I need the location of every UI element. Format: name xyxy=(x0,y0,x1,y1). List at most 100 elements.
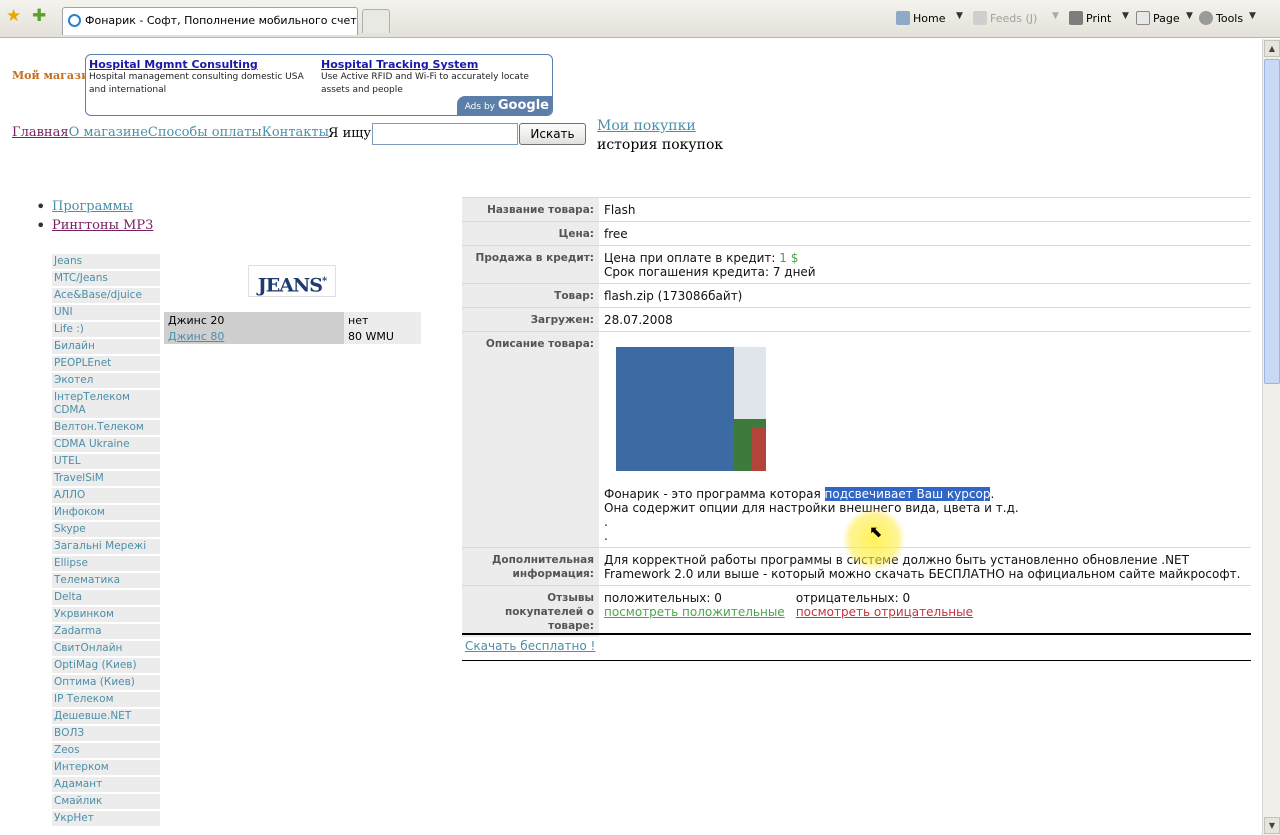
credit-term: Срок погашения кредита: 7 дней xyxy=(604,265,816,279)
price-name: Джинс 80 xyxy=(164,328,344,344)
main-nav: ГлавнаяО магазинеСпособы оплатыКонтакты xyxy=(12,125,329,140)
sidebar-item[interactable]: Дешевше.NET xyxy=(52,709,160,726)
sidebar-item[interactable]: Велтон.Телеком xyxy=(52,420,160,437)
extra-info: Для корректной работы программы в систем… xyxy=(599,547,1251,586)
product-name-label: Название товара: xyxy=(462,197,599,222)
sidebar-item[interactable]: Смайлик xyxy=(52,794,160,811)
nav-link-home[interactable]: Главная xyxy=(12,125,69,140)
file-label: Товар: xyxy=(462,283,599,308)
sidebar-item[interactable]: Life :) xyxy=(52,322,160,339)
price-value: нет xyxy=(344,312,421,328)
negative-reviews: отрицательных: 0 посмотреть отрицательны… xyxy=(796,591,973,619)
sidebar-item[interactable]: Инфоком xyxy=(52,505,160,522)
scroll-up-icon[interactable]: ▲ xyxy=(1264,40,1280,57)
sidebar-item[interactable]: ВОЛЗ xyxy=(52,726,160,743)
scrollbar-thumb[interactable] xyxy=(1264,59,1280,384)
sidebar-item[interactable]: OptiMag (Киев) xyxy=(52,658,160,675)
category-link-ringtones[interactable]: Рингтоны MP3 xyxy=(52,218,153,233)
table-row: Джинс 20 нет xyxy=(164,312,421,328)
sidebar-item[interactable]: Интерком xyxy=(52,760,160,777)
feeds-icon xyxy=(973,11,987,25)
sidebar-item[interactable]: Загальні Мережі xyxy=(52,539,160,556)
sidebar-item[interactable]: Адамант xyxy=(52,777,160,794)
ad-title-link[interactable]: Hospital Tracking System xyxy=(321,58,549,71)
sidebar-item[interactable]: Zadarma xyxy=(52,624,160,641)
price-link[interactable]: Джинс 80 xyxy=(168,330,224,343)
reviews-label: Отзывы покупателей о товаре: xyxy=(462,585,599,637)
table-row: Цена: free xyxy=(462,221,1251,246)
print-button[interactable]: Print xyxy=(1069,11,1111,26)
my-purchases-link[interactable]: Мои покупки xyxy=(597,117,723,136)
table-row: Продажа в кредит: Цена при оплате в кред… xyxy=(462,245,1251,284)
ie-page-icon xyxy=(68,14,81,27)
sidebar-item[interactable]: АЛЛО xyxy=(52,488,160,505)
table-row: Название товара: Flash xyxy=(462,197,1251,222)
sidebar-item[interactable]: Zeos xyxy=(52,743,160,760)
sidebar-item[interactable]: UTEL xyxy=(52,454,160,471)
category-item: Рингтоны MP3 xyxy=(34,216,153,237)
divider xyxy=(462,660,1251,661)
product-details-table: Название товара: Flash Цена: free Продаж… xyxy=(462,197,1251,637)
home-dropdown-icon[interactable]: ▼ xyxy=(956,11,963,21)
browser-toolbar: ★ ✚ Фонарик - Софт, Пополнение мобильног… xyxy=(0,0,1280,38)
new-tab-button[interactable] xyxy=(362,9,390,33)
favorites-star-icon[interactable]: ★ xyxy=(6,8,21,25)
category-link-programs[interactable]: Программы xyxy=(52,199,133,214)
sidebar-item[interactable]: MTC/Jeans xyxy=(52,271,160,288)
sidebar-item[interactable]: TravelSiM xyxy=(52,471,160,488)
sidebar-item[interactable]: Билайн xyxy=(52,339,160,356)
credit-info: Цена при оплате в кредит: 1 $ Срок погаш… xyxy=(599,245,1251,284)
sidebar-item[interactable]: PEOPLEnet xyxy=(52,356,160,373)
sidebar-item[interactable]: Экотел xyxy=(52,373,160,390)
see-negative-link[interactable]: посмотреть отрицательные xyxy=(796,605,973,619)
sidebar-item[interactable]: Jeans xyxy=(52,254,160,271)
ads-by-google-link[interactable]: Ads by Google xyxy=(456,96,552,115)
positive-reviews: положительных: 0 посмотреть положительны… xyxy=(604,591,792,619)
add-favorites-icon[interactable]: ✚ xyxy=(32,8,46,25)
nav-link-contacts[interactable]: Контакты xyxy=(262,125,329,140)
sidebar-item[interactable]: Ace&Base/djuice xyxy=(52,288,160,305)
sidebar-item[interactable]: СвитОнлайн xyxy=(52,641,160,658)
nav-link-about[interactable]: О магазине xyxy=(69,125,148,140)
category-list: Программы Рингтоны MP3 xyxy=(34,197,153,237)
sidebar-item[interactable]: CDMA Ukraine xyxy=(52,437,160,454)
sidebar-item[interactable]: IP Телеком xyxy=(52,692,160,709)
search-label: Я ищу: xyxy=(328,126,376,141)
sidebar-item[interactable]: Оптима (Киев) xyxy=(52,675,160,692)
positive-count: положительных: 0 xyxy=(604,591,722,605)
tools-menu-button[interactable]: Tools xyxy=(1199,11,1243,26)
feeds-button[interactable]: Feeds (J) xyxy=(973,11,1037,26)
page-dropdown-icon[interactable]: ▼ xyxy=(1186,11,1193,21)
sidebar-item[interactable]: Ellipse xyxy=(52,556,160,573)
tab-title: Фонарик - Софт, Пополнение мобильного сч… xyxy=(85,14,357,27)
sidebar-item[interactable]: Skype xyxy=(52,522,160,539)
sidebar-item[interactable]: Delta xyxy=(52,590,160,607)
ad-description: Hospital management consulting domestic … xyxy=(89,72,304,95)
search-button[interactable]: Искать xyxy=(519,123,586,145)
google-ads-block: Hospital Mgmnt Consulting Hospital manag… xyxy=(85,54,553,116)
sidebar-item[interactable]: Телематика xyxy=(52,573,160,590)
search-input[interactable] xyxy=(372,123,518,145)
scroll-down-icon[interactable]: ▼ xyxy=(1264,817,1280,834)
print-dropdown-icon[interactable]: ▼ xyxy=(1122,11,1129,21)
ad-title-link[interactable]: Hospital Mgmnt Consulting xyxy=(89,58,317,71)
sidebar-item[interactable]: Укрвинком xyxy=(52,607,160,624)
product-name: Flash xyxy=(599,197,1251,222)
page-menu-button[interactable]: Page xyxy=(1136,11,1180,26)
browser-tab-active[interactable]: Фонарик - Софт, Пополнение мобильного сч… xyxy=(62,7,358,35)
product-screenshot[interactable] xyxy=(616,347,766,471)
see-positive-link[interactable]: посмотреть положительные xyxy=(604,605,785,619)
extra-info-label: Дополнительная информация: xyxy=(462,547,599,586)
page-content: Мой магазин Hospital Mgmnt Consulting Ho… xyxy=(0,39,1262,835)
tools-dropdown-icon[interactable]: ▼ xyxy=(1249,11,1256,21)
operator-sidebar: Jeans MTC/Jeans Ace&Base/djuice UNI Life :) Б… xyxy=(52,254,160,828)
table-row: Загружен: 28.07.2008 xyxy=(462,307,1251,332)
sidebar-item[interactable]: UNI xyxy=(52,305,160,322)
sidebar-item[interactable]: IнтерТелеком CDMA xyxy=(52,390,160,420)
feeds-dropdown-icon[interactable]: ▼ xyxy=(1052,11,1059,21)
sidebar-item[interactable]: УкрНет xyxy=(52,811,160,828)
home-button[interactable]: Home xyxy=(896,11,945,26)
vertical-scrollbar[interactable]: ▲ ▼ xyxy=(1262,39,1280,835)
download-link[interactable]: Скачать бесплатно ! xyxy=(465,639,595,653)
nav-link-payment[interactable]: Способы оплаты xyxy=(148,125,262,140)
